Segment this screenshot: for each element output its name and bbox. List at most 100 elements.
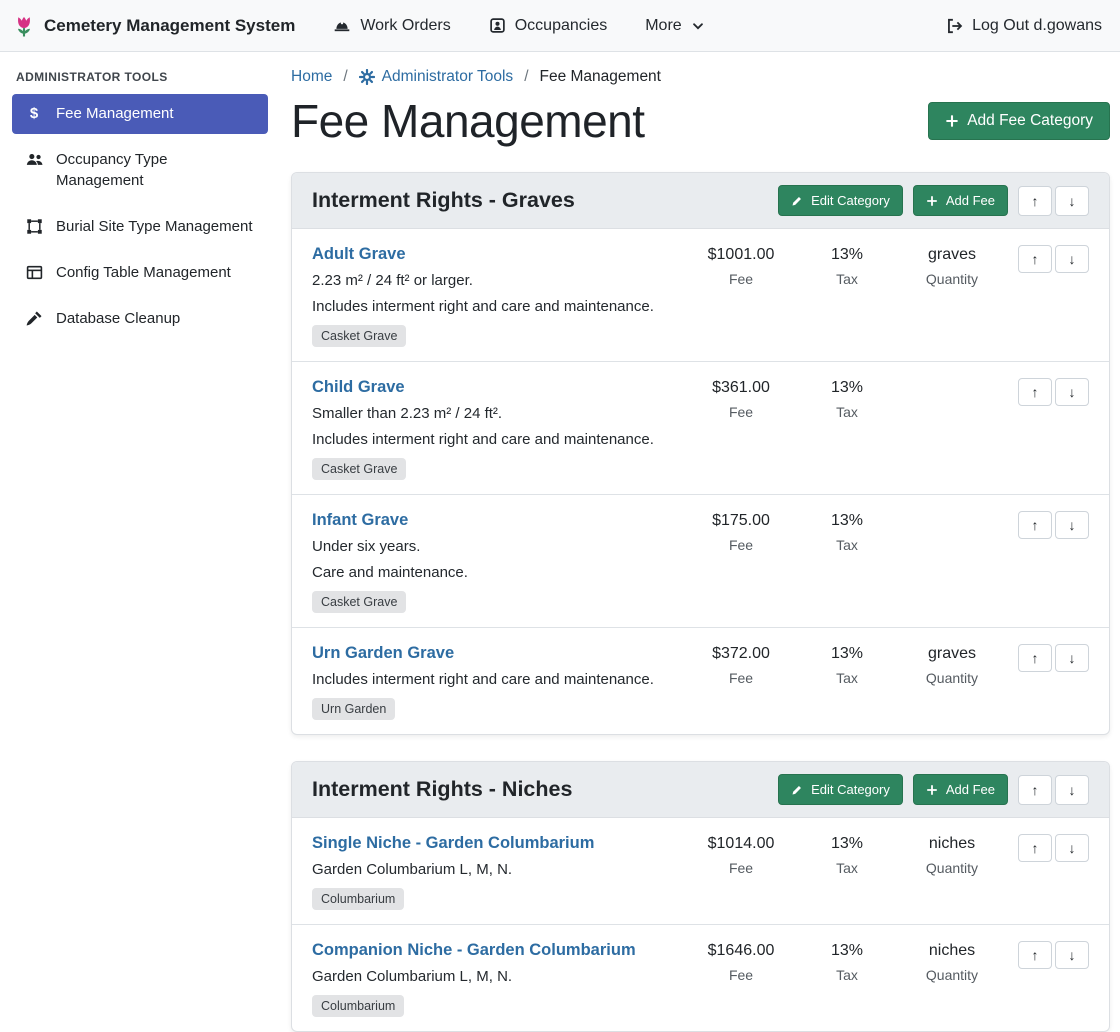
fee-description: Includes interment right and care and ma… — [312, 431, 675, 448]
categories: Interment Rights - Graves Edit Category … — [291, 172, 1110, 1032]
fee-reorder-controls: ↑ ↓ — [1007, 511, 1089, 539]
move-fee-up-button[interactable]: ↑ — [1018, 378, 1052, 406]
sidebar-item-database-cleanup[interactable]: Database Cleanup — [12, 299, 268, 339]
hard-hat-icon — [333, 17, 351, 35]
fee-amount-column: $1001.00 Fee — [685, 245, 797, 287]
add-fee-button[interactable]: Add Fee — [913, 774, 1008, 805]
logout-link[interactable]: Log Out d.gowans — [945, 17, 1102, 35]
fee-name-link[interactable]: Child Grave — [312, 378, 405, 397]
fee-descriptions: Includes interment right and care and ma… — [312, 671, 675, 688]
quantity-value: niches — [897, 942, 1007, 960]
move-category-down-button[interactable]: ↓ — [1055, 186, 1089, 216]
tax-column: 13% Tax — [797, 941, 897, 983]
move-fee-down-button[interactable]: ↓ — [1055, 511, 1089, 539]
nav-occupancies[interactable]: Occupancies — [477, 9, 620, 43]
fee-descriptions: 2.23 m² / 24 ft² or larger.Includes inte… — [312, 272, 675, 315]
sidebar-item-label: Burial Site Type Management — [56, 217, 253, 237]
fee-reorder-controls: ↑ ↓ — [1007, 834, 1089, 862]
tax-column: 13% Tax — [797, 378, 897, 420]
fee-description: Includes interment right and care and ma… — [312, 671, 675, 688]
fee-label: Fee — [685, 860, 797, 876]
fee-name-link[interactable]: Companion Niche - Garden Columbarium — [312, 941, 636, 960]
nav-more[interactable]: More — [633, 9, 716, 43]
fee-name-link[interactable]: Urn Garden Grave — [312, 644, 454, 663]
fee-amount: $1001.00 — [685, 246, 797, 264]
sidebar-item-burial-site-type-management[interactable]: Burial Site Type Management — [12, 207, 268, 247]
fee-type-badge: Casket Grave — [312, 458, 406, 480]
fee-type-badge: Casket Grave — [312, 591, 406, 613]
quantity-label: Quantity — [897, 271, 1007, 287]
add-fee-button[interactable]: Add Fee — [913, 185, 1008, 216]
fee-amount: $361.00 — [685, 379, 797, 397]
fee-type-badge: Columbarium — [312, 888, 404, 910]
move-fee-down-button[interactable]: ↓ — [1055, 644, 1089, 672]
fee-name-link[interactable]: Infant Grave — [312, 511, 408, 530]
fee-description: Care and maintenance. — [312, 564, 675, 581]
fee-row: Single Niche - Garden Columbarium Garden… — [292, 818, 1109, 925]
move-category-up-button[interactable]: ↑ — [1018, 775, 1052, 805]
breadcrumb-home-link[interactable]: Home — [291, 68, 332, 86]
move-fee-down-button[interactable]: ↓ — [1055, 378, 1089, 406]
edit-category-button[interactable]: Edit Category — [778, 185, 903, 216]
fee-amount: $175.00 — [685, 512, 797, 530]
app-brand[interactable]: Cemetery Management System — [12, 14, 295, 38]
tax-column: 13% Tax — [797, 511, 897, 553]
move-category-down-button[interactable]: ↓ — [1055, 775, 1089, 805]
breadcrumb-admin-tools-link[interactable]: Administrator Tools — [382, 68, 514, 86]
fee-row: Urn Garden Grave Includes interment righ… — [292, 628, 1109, 734]
fee-reorder-controls: ↑ ↓ — [1007, 644, 1089, 672]
sidebar-item-label: Fee Management — [56, 104, 174, 124]
move-fee-down-button[interactable]: ↓ — [1055, 245, 1089, 273]
move-fee-up-button[interactable]: ↑ — [1018, 511, 1052, 539]
fee-name-link[interactable]: Single Niche - Garden Columbarium — [312, 834, 594, 853]
sidebar-item-occupancy-type-management[interactable]: Occupancy Type Management — [12, 140, 268, 201]
tax-label: Tax — [797, 537, 897, 553]
fee-row: Infant Grave Under six years.Care and ma… — [292, 495, 1109, 628]
tax-label: Tax — [797, 271, 897, 287]
fee-label: Fee — [685, 670, 797, 686]
edit-category-button[interactable]: Edit Category — [778, 774, 903, 805]
tulip-logo-icon — [12, 14, 36, 38]
sidebar-item-config-table-management[interactable]: Config Table Management — [12, 253, 268, 293]
sidebar-item-fee-management[interactable]: $ Fee Management — [12, 94, 268, 134]
tax-column: 13% Tax — [797, 644, 897, 686]
fee-reorder-controls: ↑ ↓ — [1007, 245, 1089, 273]
tax-value: 13% — [797, 645, 897, 663]
fee-category-card: Interment Rights - Graves Edit Category … — [291, 172, 1110, 735]
category-fee-list: Single Niche - Garden Columbarium Garden… — [292, 818, 1109, 1031]
nav-work-orders[interactable]: Work Orders — [321, 9, 462, 43]
chevron-down-icon — [691, 19, 705, 33]
add-fee-category-button[interactable]: Add Fee Category — [928, 102, 1110, 140]
tax-label: Tax — [797, 670, 897, 686]
nav-more-label: More — [645, 17, 681, 35]
pencil-icon — [791, 784, 803, 796]
logout-icon — [945, 17, 963, 35]
main-content: Home / Administrator Tools — [280, 52, 1120, 939]
move-fee-up-button[interactable]: ↑ — [1018, 245, 1052, 273]
nav-occupancies-label: Occupancies — [515, 17, 608, 35]
move-fee-down-button[interactable]: ↓ — [1055, 834, 1089, 862]
fee-reorder-controls: ↑ ↓ — [1007, 378, 1089, 406]
logout-label: Log Out d.gowans — [972, 17, 1102, 35]
quantity-column: niches Quantity — [897, 834, 1007, 876]
main-nav: Work Orders Occupancies More — [321, 9, 716, 43]
move-fee-up-button[interactable]: ↑ — [1018, 941, 1052, 969]
occupant-frame-icon — [489, 17, 506, 34]
category-reorder-controls: ↑ ↓ — [1018, 775, 1089, 805]
fee-name-link[interactable]: Adult Grave — [312, 245, 406, 264]
tax-value: 13% — [797, 942, 897, 960]
move-fee-up-button[interactable]: ↑ — [1018, 644, 1052, 672]
plus-icon — [945, 114, 959, 128]
move-category-up-button[interactable]: ↑ — [1018, 186, 1052, 216]
plus-icon — [926, 784, 938, 796]
breadcrumb-separator: / — [343, 68, 347, 86]
fee-row: Adult Grave 2.23 m² / 24 ft² or larger.I… — [292, 229, 1109, 362]
move-fee-down-button[interactable]: ↓ — [1055, 941, 1089, 969]
move-fee-up-button[interactable]: ↑ — [1018, 834, 1052, 862]
category-title: Interment Rights - Graves — [312, 188, 768, 213]
quantity-column: graves Quantity — [897, 245, 1007, 287]
fee-description: Smaller than 2.23 m² / 24 ft². — [312, 405, 675, 422]
fee-category-card: Interment Rights - Niches Edit Category … — [291, 761, 1110, 1032]
fee-amount-column: $1014.00 Fee — [685, 834, 797, 876]
fee-row: Companion Niche - Garden Columbarium Gar… — [292, 925, 1109, 1031]
